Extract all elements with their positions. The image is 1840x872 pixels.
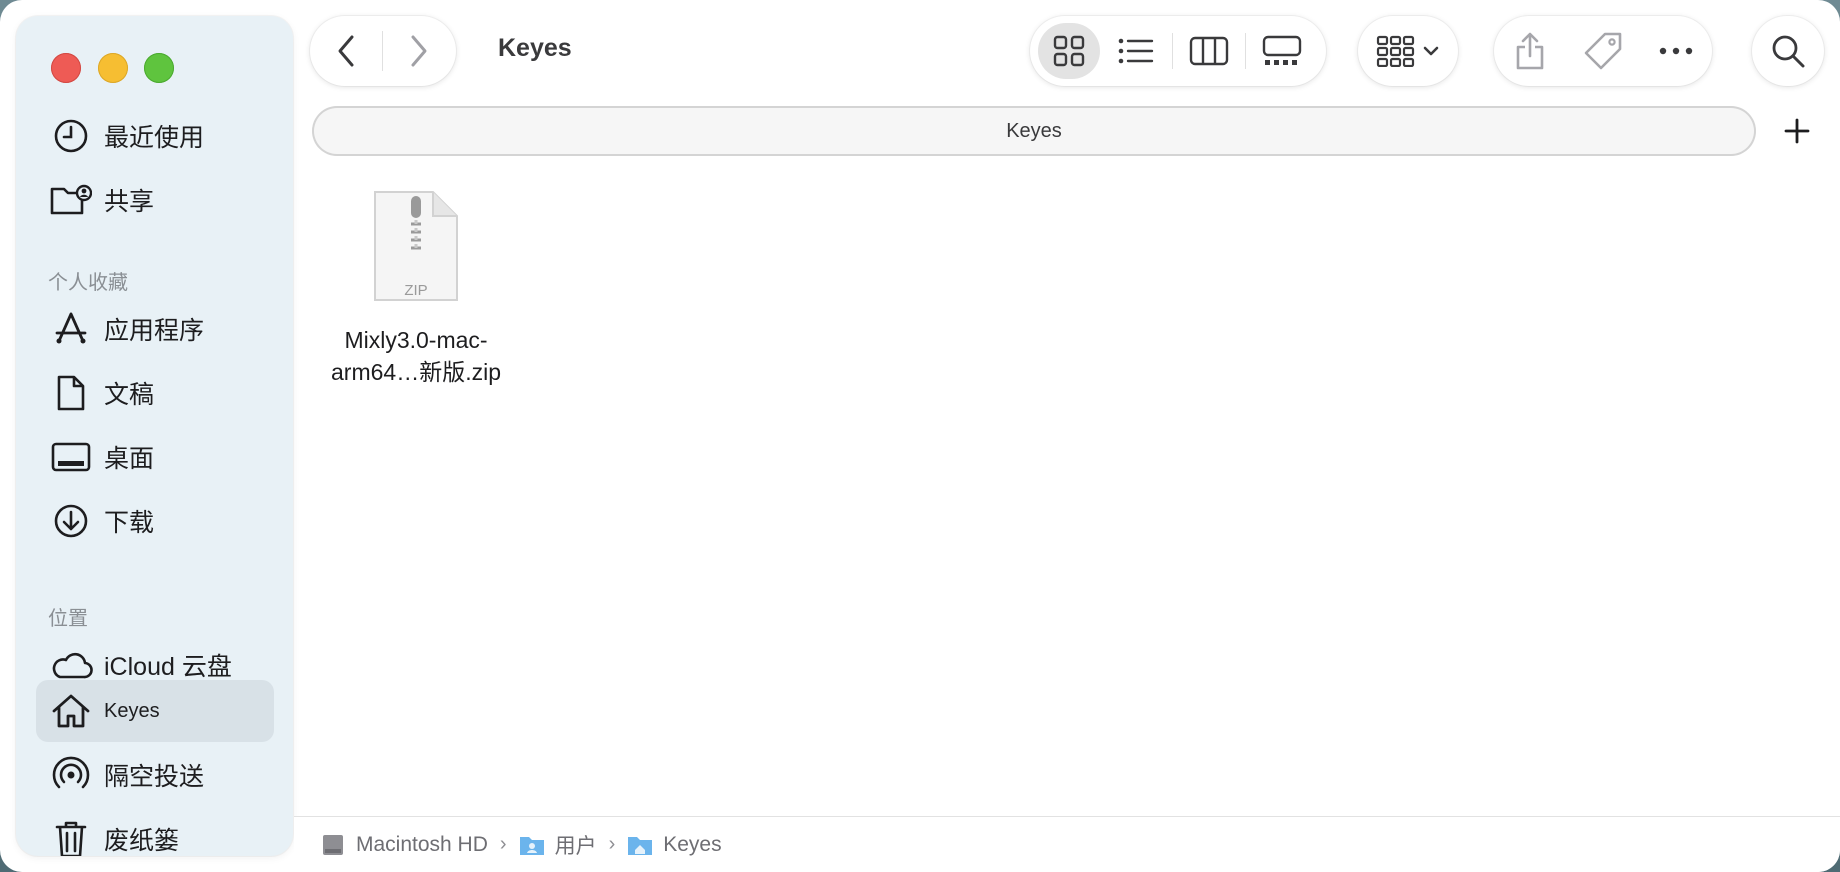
tag-icon <box>1584 32 1622 70</box>
file-name-line-2: arm64…新版.zip <box>331 359 501 385</box>
file-name-line-1: Mixly3.0-mac- <box>344 327 488 353</box>
chevron-down-icon <box>1423 46 1439 56</box>
sidebar-item-desktop[interactable]: 桌面 <box>36 426 274 488</box>
path-segment-keyes[interactable]: Keyes <box>627 832 722 857</box>
home-folder-icon <box>628 836 653 855</box>
trash-icon <box>48 816 94 856</box>
tag-button[interactable] <box>1567 16 1640 86</box>
tab-label: Keyes <box>1006 119 1062 142</box>
plus-icon <box>1784 118 1810 144</box>
sidebar-item-label: iCloud 云盘 <box>104 653 232 681</box>
sidebar-item-label: Keyes <box>104 699 160 722</box>
applications-icon <box>48 306 94 352</box>
more-icon <box>1659 47 1692 55</box>
new-tab-button[interactable] <box>1772 106 1822 156</box>
home-icon <box>48 688 94 734</box>
list-icon <box>1118 38 1154 64</box>
sidebar-item-trash[interactable]: 废纸篓 <box>36 808 274 856</box>
list-view-button[interactable] <box>1100 23 1172 79</box>
sidebar-item-home[interactable]: Keyes <box>36 680 274 742</box>
minimize-window-button[interactable] <box>98 53 128 83</box>
sidebar-item-label: 下载 <box>104 509 155 537</box>
sidebar-item-label: 桌面 <box>104 445 155 473</box>
search-button[interactable] <box>1752 16 1824 86</box>
share-icon <box>1517 32 1544 70</box>
shared-folder-icon <box>48 177 94 223</box>
navigation-group <box>310 16 456 86</box>
sidebar: 最近使用 共享 个人收藏 应用程序 文稿 桌面 下载 位置 iCloud 云盘 … <box>16 16 293 856</box>
path-segment-label: Macintosh HD <box>356 832 488 856</box>
grid-icon <box>1053 35 1085 67</box>
path-segment-users[interactable]: 用户 <box>519 830 597 860</box>
locations-heading: 位置 <box>48 608 88 630</box>
sidebar-item-documents[interactable]: 文稿 <box>36 362 274 424</box>
sidebar-item-recents[interactable]: 最近使用 <box>36 105 274 167</box>
icon-view-button[interactable] <box>1038 23 1100 79</box>
path-separator: › <box>608 833 616 855</box>
path-bar: Macintosh HD › 用户 › Keyes <box>294 816 1840 872</box>
back-button[interactable] <box>310 16 382 86</box>
sidebar-item-label: 最近使用 <box>104 124 205 152</box>
search-icon <box>1772 35 1805 68</box>
gallery-view-button[interactable] <box>1246 23 1318 79</box>
path-segment-macintosh-hd[interactable]: Macintosh HD <box>320 833 488 857</box>
file-name: Mixly3.0-mac- arm64…新版.zip <box>316 324 516 388</box>
users-folder-icon <box>519 836 544 855</box>
clock-icon <box>48 113 94 159</box>
actions-group <box>1494 16 1712 86</box>
sidebar-item-shared[interactable]: 共享 <box>36 169 274 231</box>
group-by-button[interactable] <box>1358 16 1458 86</box>
path-separator: › <box>499 833 507 855</box>
columns-icon <box>1189 36 1229 66</box>
sidebar-item-label: 隔空投送 <box>104 763 205 791</box>
sidebar-item-airdrop[interactable]: 隔空投送 <box>36 744 274 806</box>
path-segment-label: Keyes <box>663 832 722 856</box>
favorites-heading: 个人收藏 <box>48 272 128 294</box>
file-item[interactable]: ZIP Mixly3.0-mac- arm64…新版.zip <box>316 190 516 388</box>
gallery-icon <box>1262 35 1302 65</box>
chevron-right-icon <box>411 35 427 67</box>
sidebar-item-label: 应用程序 <box>104 317 205 345</box>
zoom-window-button[interactable] <box>144 53 174 83</box>
group-grid-icon <box>1376 35 1415 67</box>
close-window-button[interactable] <box>51 53 81 83</box>
forward-button[interactable] <box>383 16 455 86</box>
window-title: Keyes <box>498 34 572 62</box>
document-icon <box>48 370 94 416</box>
tab-keyes[interactable]: Keyes <box>312 106 1756 156</box>
zip-badge: ZIP <box>404 282 428 299</box>
finder-window: 最近使用 共享 个人收藏 应用程序 文稿 桌面 下载 位置 iCloud 云盘 … <box>0 0 1840 872</box>
path-segment-label: 用户 <box>554 834 597 858</box>
column-view-button[interactable] <box>1173 23 1245 79</box>
airdrop-icon <box>48 752 94 798</box>
hard-drive-icon <box>323 834 343 855</box>
view-mode-group <box>1030 16 1326 86</box>
sidebar-item-label: 共享 <box>104 188 155 216</box>
sidebar-item-applications[interactable]: 应用程序 <box>36 298 274 360</box>
sidebar-item-label: 废纸篓 <box>104 827 180 855</box>
chevron-left-icon <box>338 35 354 67</box>
sidebar-item-label: 文稿 <box>104 381 155 409</box>
share-button[interactable] <box>1494 16 1567 86</box>
sidebar-item-downloads[interactable]: 下载 <box>36 490 274 552</box>
download-icon <box>48 498 94 544</box>
more-button[interactable] <box>1639 16 1712 86</box>
desktop-icon <box>48 434 94 480</box>
